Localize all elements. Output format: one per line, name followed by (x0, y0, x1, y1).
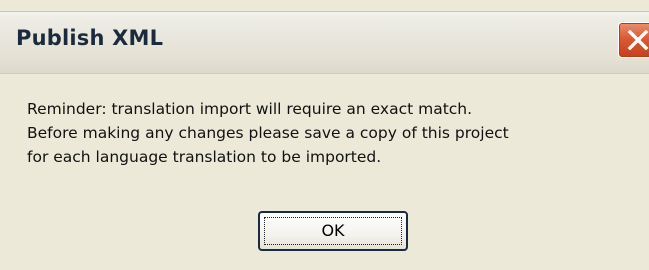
close-button[interactable] (618, 22, 649, 58)
ok-button-label: OK (321, 221, 345, 240)
message-line: Reminder: translation import will requir… (27, 100, 473, 118)
close-icon (627, 30, 649, 50)
reminder-message: Reminder: translation import will requir… (27, 97, 647, 169)
publish-xml-dialog: Publish XML Reminder: translation import… (0, 0, 649, 270)
ok-button[interactable]: OK (258, 211, 408, 251)
message-line: for each language translation to be impo… (27, 148, 382, 166)
dialog-body: Reminder: translation import will requir… (0, 74, 649, 270)
window-title: Publish XML (16, 26, 164, 50)
title-bar[interactable]: Publish XML (0, 11, 649, 74)
message-line: Before making any changes please save a … (27, 124, 509, 142)
